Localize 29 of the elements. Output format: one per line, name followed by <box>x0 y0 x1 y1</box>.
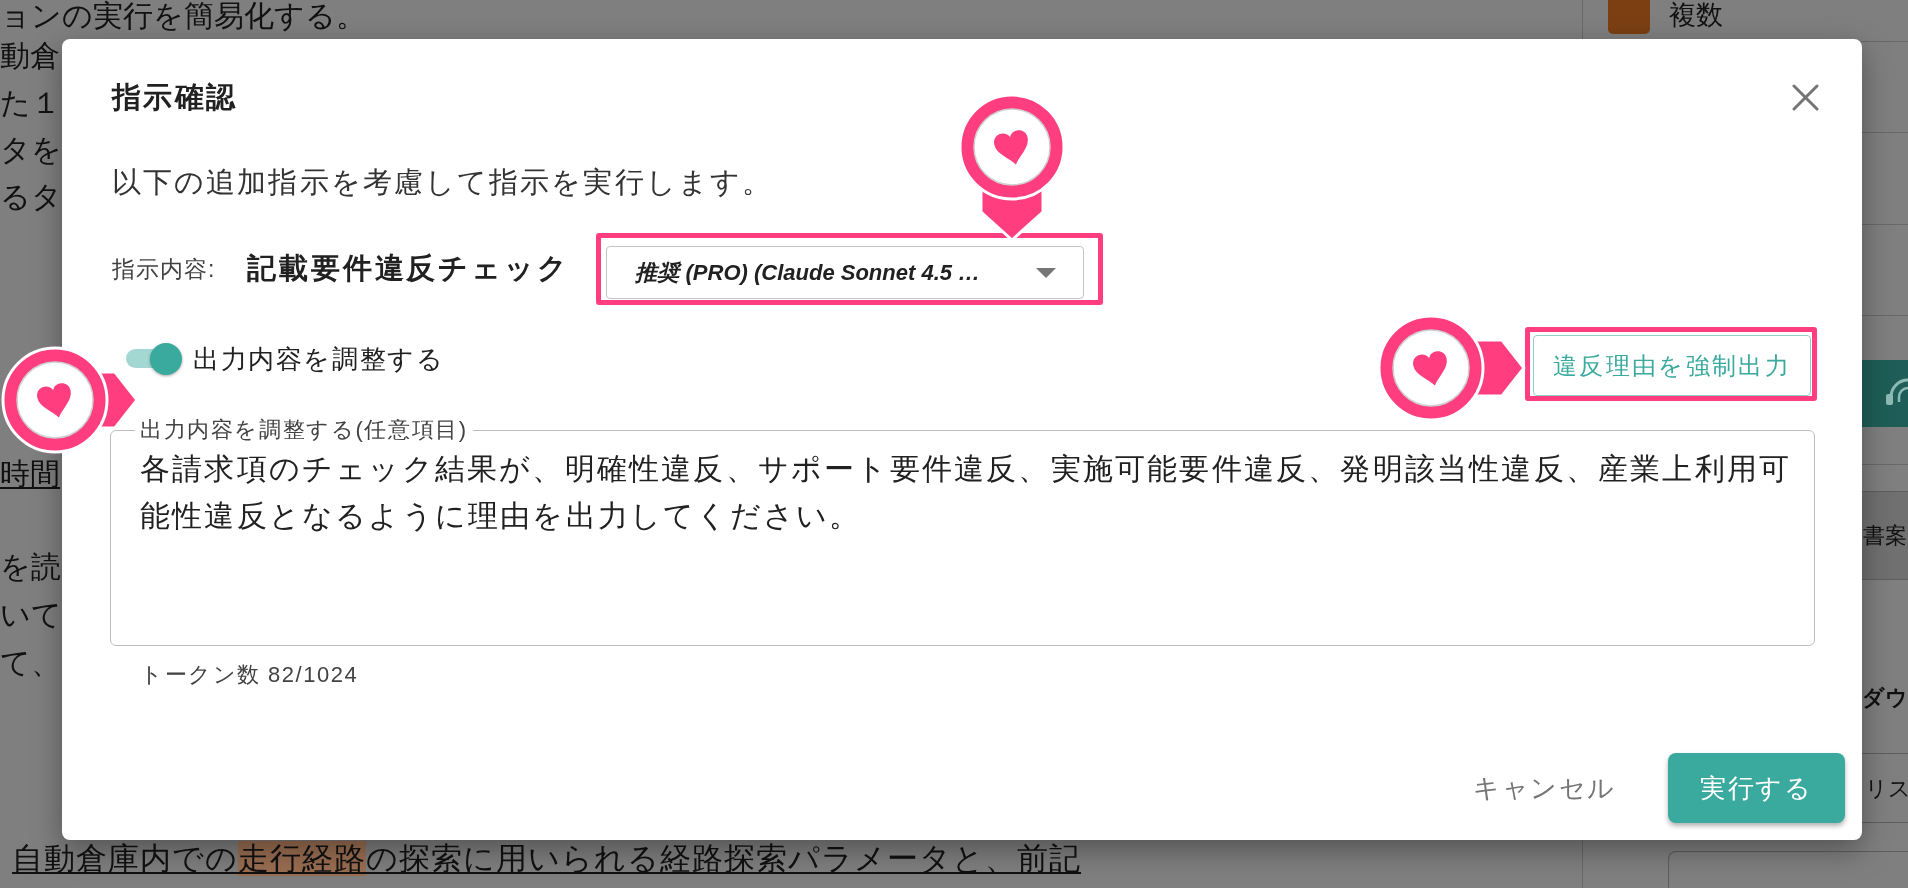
icon-button[interactable] <box>1862 360 1908 427</box>
field-label: 出力内容を調整する(任意項目) <box>139 417 469 443</box>
document-text: タを <box>0 132 62 168</box>
cancel-button[interactable]: キャンセル <box>1457 753 1632 823</box>
section-heading: ダウ <box>1862 684 1908 712</box>
model-select[interactable]: 推奨 (PRO) (Claude Sonnet 4.5 … <box>606 246 1085 299</box>
close-icon[interactable] <box>1792 83 1819 111</box>
toggle-label: 出力内容を調整する <box>193 343 445 375</box>
document-text: を読 <box>0 549 61 585</box>
dialog-description: 以下の追加指示を考慮して指示を実行します。 <box>112 165 774 200</box>
document-text: 動倉 <box>0 38 60 74</box>
document-text: ョンの実行を簡易化する。 <box>0 0 366 32</box>
force-output-button[interactable]: 違反理由を強制出力 <box>1533 335 1811 396</box>
token-count: トークン数 82/1024 <box>140 661 359 689</box>
document-text: いて <box>0 597 62 633</box>
legend-label: 複数 <box>1669 0 1723 30</box>
adjustment-field[interactable]: 出力内容を調整する(任意項目) 各請求項のチェック結果が、明確性違反、サポート要件違反、実施可能要件違反、発明該当性違反、産業上利用可能性違反となるように理由を出力してください。 <box>110 417 1815 646</box>
caret-icon <box>1036 267 1057 278</box>
instruction-label: 指示内容: <box>112 254 216 284</box>
dialog-title: 指示確認 <box>112 80 238 115</box>
document-text: 時間 <box>0 457 60 491</box>
field-value: 各請求項のチェック結果が、明確性違反、サポート要件違反、実施可能要件違反、発明該当性違反、産業上利用可能性違反となるように理由を出力してください。 <box>140 451 1793 534</box>
side-button[interactable]: 書案 <box>1862 491 1908 580</box>
document-text: て、 <box>0 645 61 681</box>
instruction-name: 記載要件違反チェック <box>247 251 570 287</box>
toggle-switch[interactable] <box>126 343 182 375</box>
document-text: るタ <box>0 179 62 215</box>
execute-button[interactable]: 実行する <box>1668 753 1845 823</box>
document-text: た１ <box>0 85 61 121</box>
